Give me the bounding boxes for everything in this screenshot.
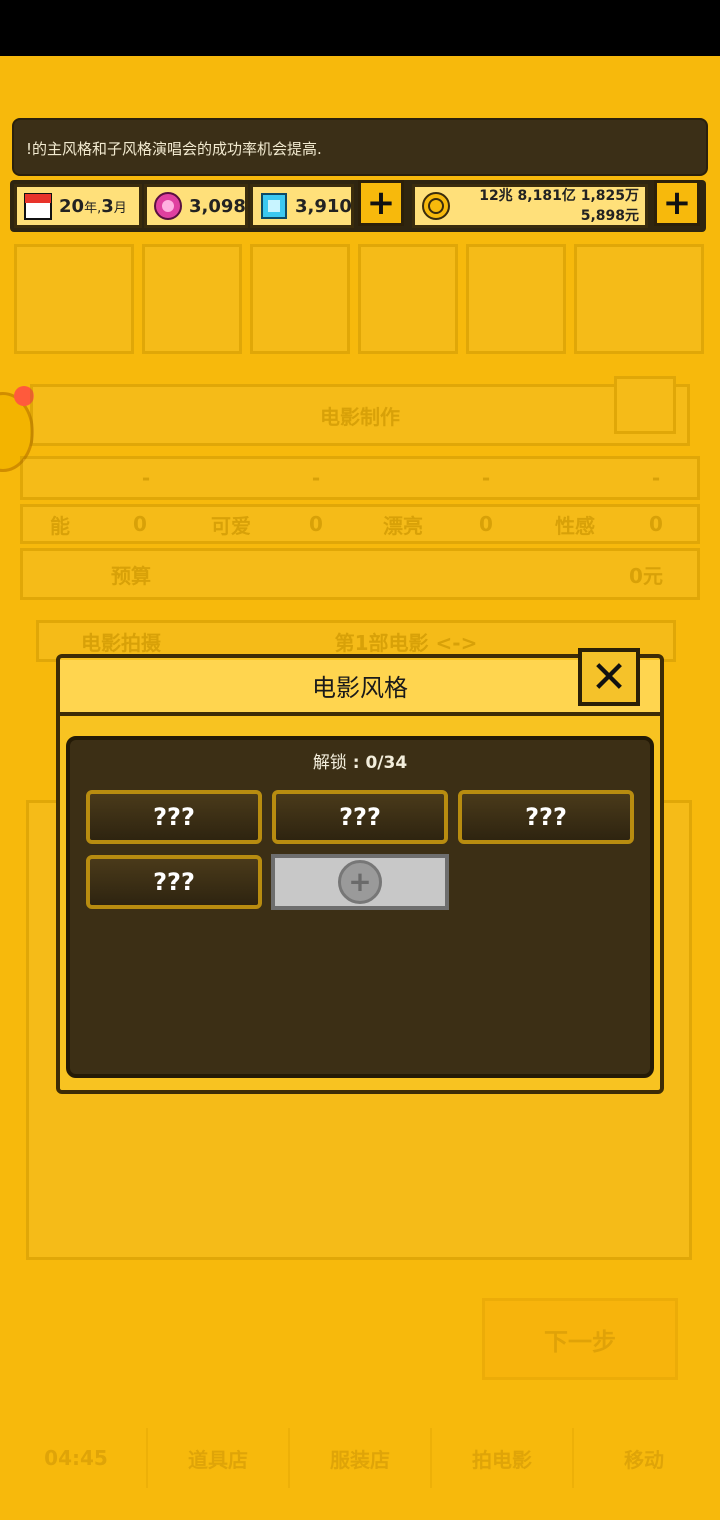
style-slot-3[interactable]: ??? <box>458 790 634 844</box>
plus-icon: + <box>338 860 382 904</box>
blue-gem-value: 3,910 <box>295 195 352 217</box>
production-title: 电影制作 <box>320 404 400 429</box>
nav-item-prop-shop: 道具店 <box>148 1428 290 1488</box>
stat-dash-2: - <box>311 466 321 490</box>
coin-icon <box>422 192 450 220</box>
money-line-2: 5,898元 <box>580 208 639 224</box>
date-month: 3 <box>101 195 114 217</box>
add-gems-button[interactable]: + <box>358 180 404 226</box>
money-line-1: 12兆 8,181亿 1,825万 <box>479 188 639 204</box>
budget-value: 0元 <box>629 563 663 588</box>
nav-item-make-movie: 拍电影 <box>432 1428 574 1488</box>
add-style-button[interactable]: + <box>271 854 449 910</box>
date-year-unit: 年, <box>84 200 102 216</box>
background-menu-row <box>14 244 706 354</box>
stat-dash-3: - <box>481 466 491 490</box>
pink-gem-counter: 3,098 <box>144 184 248 228</box>
stat-label-3: 漂亮 <box>383 513 423 538</box>
pink-gem-icon <box>154 192 182 220</box>
date-display: 20 年, 3 月 <box>14 184 142 228</box>
stat-value-1: 0 <box>133 512 147 536</box>
next-step-button: 下一步 <box>482 1298 678 1380</box>
stat-label-4: 性感 <box>555 513 595 538</box>
stat-label-1: 能 <box>50 513 70 538</box>
stat-value-3: 0 <box>479 512 493 536</box>
ticker-text: !的主风格和子风格演唱会的成功率机会提高. <box>26 140 322 158</box>
blue-gem-counter: 3,910 <box>250 184 354 228</box>
unlock-counter: 解锁 : 0/34 <box>66 748 654 778</box>
stat-dash-4: - <box>651 466 661 490</box>
stat-value-4: 0 <box>649 512 663 536</box>
unlock-value: 0/34 <box>365 753 408 773</box>
date-year: 20 <box>59 195 85 217</box>
production-close-button <box>614 376 676 434</box>
bottom-nav: 04:45 道具店 服装店 拍电影 移动 <box>6 1428 714 1488</box>
add-money-button[interactable]: + <box>654 180 700 226</box>
style-slot-4[interactable]: ??? <box>86 855 262 909</box>
dialog-title: 电影风格 <box>312 674 408 702</box>
stat-dash-1: - <box>141 466 151 490</box>
budget-label: 预算 <box>111 563 151 588</box>
stat-label-2: 可爱 <box>211 513 251 538</box>
stat-value-2: 0 <box>309 512 323 536</box>
pink-gem-value: 3,098 <box>189 195 246 217</box>
unlock-separator: : <box>346 753 366 773</box>
news-ticker: !的主风格和子风格演唱会的成功率机会提高. <box>12 118 708 176</box>
date-month-unit: 月 <box>113 200 127 216</box>
nav-time: 04:45 <box>6 1428 148 1488</box>
nav-item-move: 移动 <box>624 1447 664 1472</box>
dialog-close-button[interactable]: ✕ <box>578 648 640 706</box>
style-slot-1[interactable]: ??? <box>86 790 262 844</box>
calendar-icon <box>24 193 52 220</box>
style-slot-2[interactable]: ??? <box>272 790 448 844</box>
unlock-label: 解锁 <box>312 753 347 773</box>
status-bar <box>0 0 720 56</box>
blue-gem-icon <box>261 193 287 219</box>
money-counter: 12兆 8,181亿 1,825万 5,898元 <box>412 184 648 228</box>
nav-item-costume-shop: 服装店 <box>290 1428 432 1488</box>
